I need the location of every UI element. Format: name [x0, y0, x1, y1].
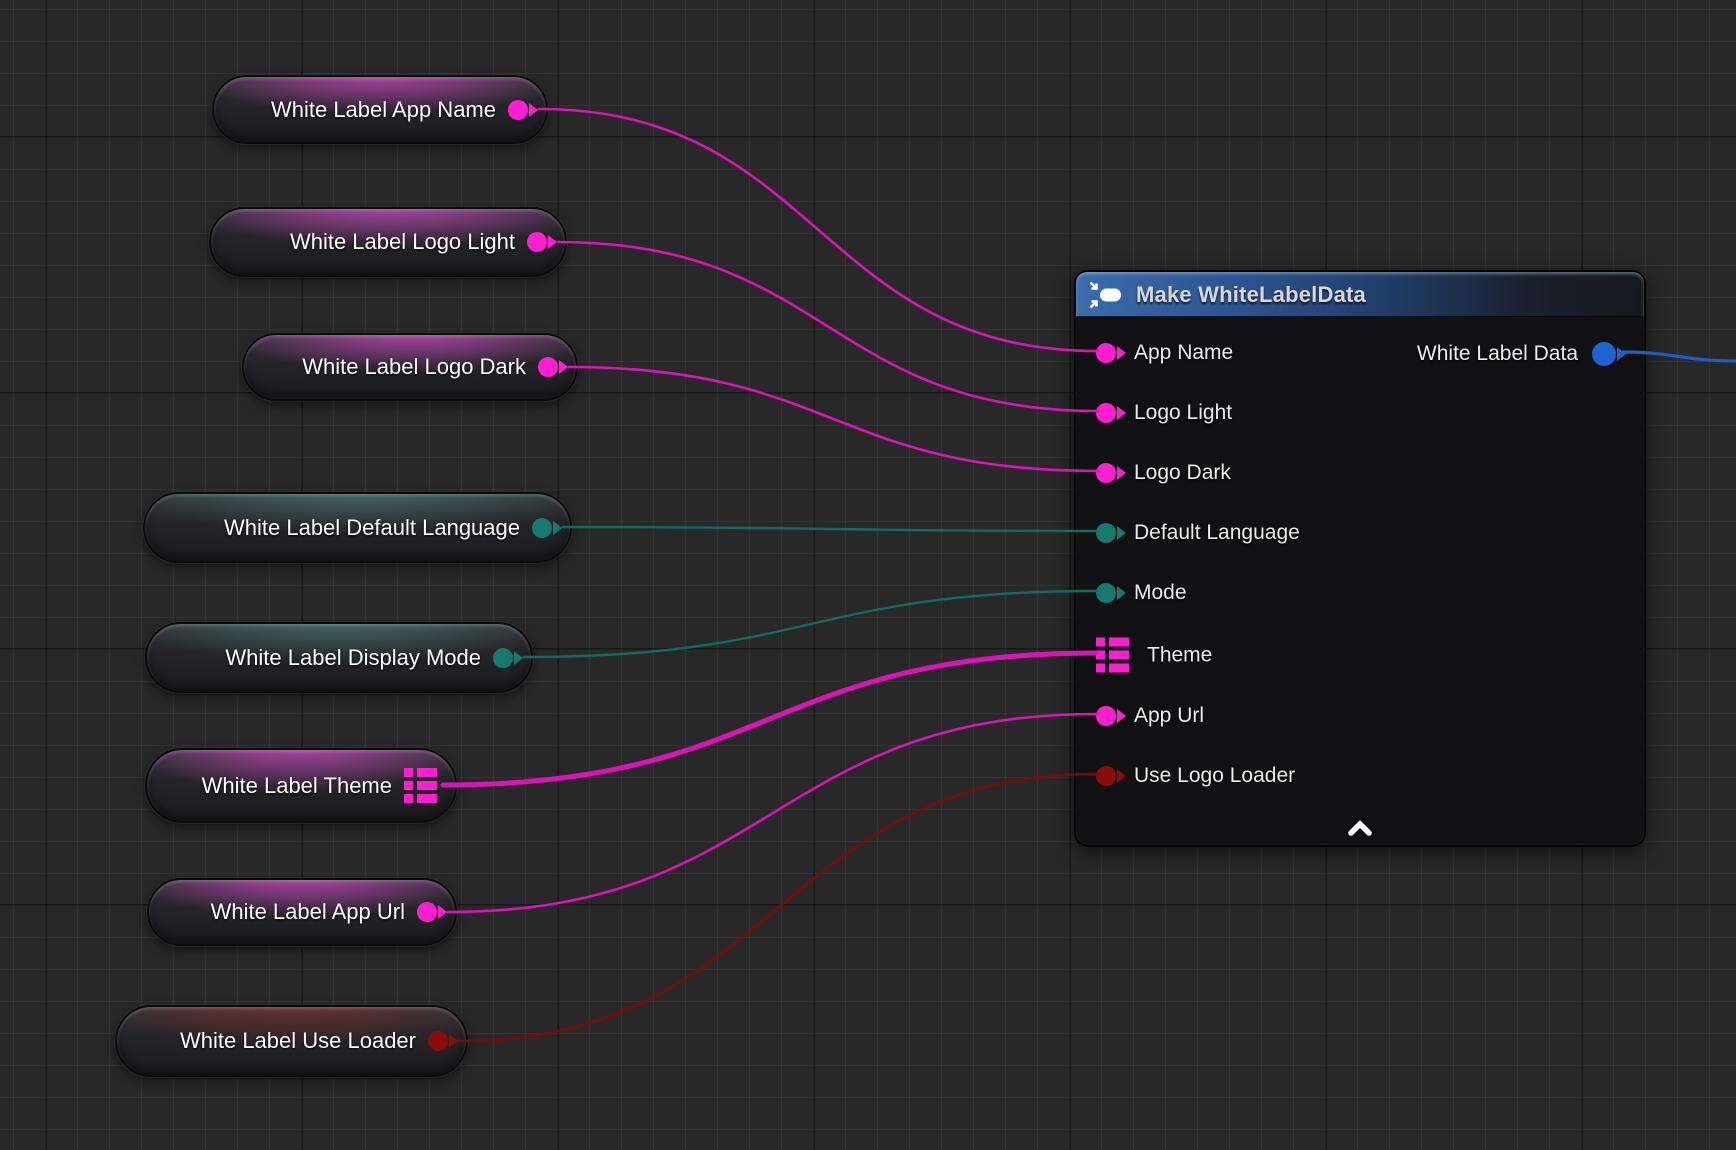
node-make-whitelabeldata[interactable]: Make WhiteLabelData App Name Logo Light Lo…: [1074, 270, 1646, 847]
output-pin-label: White Label Data: [1417, 342, 1578, 366]
string-pin-icon[interactable]: [527, 232, 547, 252]
input-pin-label: App Name: [1134, 341, 1233, 365]
node-title: Make WhiteLabelData: [1136, 282, 1366, 308]
getter-node-label: White Label App Url: [211, 899, 405, 925]
input-pin-row-mode[interactable]: Mode: [1096, 581, 1187, 605]
getter-node-white-label-theme[interactable]: White Label Theme: [145, 748, 457, 823]
input-pin-label: Logo Light: [1134, 401, 1232, 425]
input-pin-row-use-logo-loader[interactable]: Use Logo Loader: [1096, 764, 1295, 788]
bool-pin-icon[interactable]: [1096, 766, 1116, 786]
getter-node-label: White Label Default Language: [224, 515, 520, 541]
input-pin-row-app-url[interactable]: App Url: [1096, 704, 1204, 728]
chevron-up-icon: [1346, 820, 1374, 836]
getter-node-label: White Label App Name: [271, 97, 496, 123]
getter-node-label: White Label Display Mode: [225, 645, 481, 671]
string-pin-icon[interactable]: [1096, 343, 1116, 363]
wire-app-url[interactable]: [448, 714, 1098, 912]
getter-node-label: White Label Use Loader: [180, 1028, 416, 1054]
getter-node-white-label-app-url[interactable]: White Label App Url: [147, 878, 457, 946]
string-pin-icon[interactable]: [508, 100, 528, 120]
getter-node-white-label-default-language[interactable]: White Label Default Language: [143, 492, 572, 563]
input-pin-label: Theme: [1147, 643, 1212, 667]
input-pin-label: Default Language: [1134, 521, 1300, 545]
input-pin-row-app-name[interactable]: App Name: [1096, 341, 1233, 365]
getter-node-label: White Label Theme: [202, 773, 392, 799]
wire-app-name[interactable]: [539, 109, 1098, 351]
input-pin-row-logo-light[interactable]: Logo Light: [1096, 401, 1232, 425]
wire-default-language[interactable]: [563, 527, 1098, 531]
collapse-node-button[interactable]: [1346, 820, 1374, 836]
getter-node-white-label-logo-dark[interactable]: White Label Logo Dark: [242, 333, 578, 401]
string-pin-icon[interactable]: [538, 357, 558, 377]
input-pin-label: Logo Dark: [1134, 461, 1231, 485]
input-pin-label: Use Logo Loader: [1134, 764, 1295, 788]
string-pin-icon[interactable]: [1096, 403, 1116, 423]
wire-use-loader[interactable]: [459, 774, 1098, 1041]
string-pin-icon[interactable]: [1096, 463, 1116, 483]
output-pin-row: White Label Data: [1417, 342, 1616, 366]
struct-grid-pin-icon[interactable]: [1096, 638, 1129, 673]
output-pin-white-label-data[interactable]: [1592, 342, 1616, 366]
make-struct-icon: [1087, 279, 1123, 311]
getter-node-label: White Label Logo Dark: [302, 354, 526, 380]
wire-display-mode[interactable]: [524, 591, 1098, 657]
input-pin-row-theme[interactable]: Theme: [1096, 638, 1212, 673]
string-pin-icon[interactable]: [417, 902, 437, 922]
string-pin-icon[interactable]: [1096, 706, 1116, 726]
enum-pin-icon[interactable]: [1096, 583, 1116, 603]
input-pin-row-default-language[interactable]: Default Language: [1096, 521, 1300, 545]
blueprint-graph-canvas[interactable]: White Label App Name White Label Logo Lig…: [0, 0, 1736, 1150]
enum-pin-icon[interactable]: [493, 648, 513, 668]
wire-logo-dark[interactable]: [569, 367, 1098, 471]
struct-grid-pin-icon[interactable]: [404, 768, 437, 803]
getter-node-white-label-use-loader[interactable]: White Label Use Loader: [115, 1005, 468, 1077]
input-pin-label: Mode: [1134, 581, 1187, 605]
wire-theme[interactable]: [443, 653, 1096, 785]
getter-node-white-label-app-name[interactable]: White Label App Name: [212, 75, 548, 144]
wire-logo-light[interactable]: [558, 242, 1098, 411]
enum-pin-icon[interactable]: [532, 518, 552, 538]
input-pin-label: App Url: [1134, 704, 1204, 728]
enum-pin-icon[interactable]: [1096, 523, 1116, 543]
node-header[interactable]: Make WhiteLabelData: [1076, 272, 1644, 317]
getter-node-white-label-logo-light[interactable]: White Label Logo Light: [209, 207, 567, 277]
bool-pin-icon[interactable]: [428, 1031, 448, 1051]
getter-node-white-label-display-mode[interactable]: White Label Display Mode: [145, 622, 533, 693]
input-pin-row-logo-dark[interactable]: Logo Dark: [1096, 461, 1231, 485]
getter-node-label: White Label Logo Light: [290, 229, 515, 255]
